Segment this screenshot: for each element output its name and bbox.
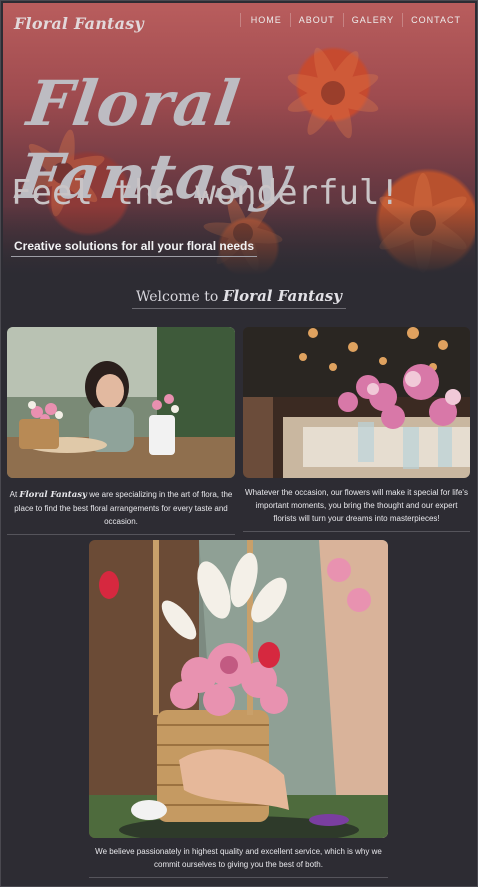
nav-contact[interactable]: CONTACT (402, 13, 469, 27)
card-3-caption: We believe passionately in highest quali… (89, 845, 388, 878)
hero-subtitle: Feel the wonderful! (11, 173, 400, 213)
caption-prefix: At (9, 490, 18, 499)
nav-galery[interactable]: GALERY (342, 13, 402, 27)
florist-woman-image (7, 327, 235, 478)
welcome-prefix: Welcome to (136, 289, 219, 305)
florist-woman-photo (7, 327, 235, 478)
hero-banner: Floral Fantasy HOME ABOUT GALERY CONTACT… (3, 3, 475, 275)
caption-brand: Floral Fantasy (19, 490, 87, 500)
card-1-caption: At Floral Fantasy we are specializing in… (7, 488, 235, 535)
flower-basket-photo (89, 540, 388, 838)
hero-tagline: Creative solutions for all your floral n… (11, 239, 258, 257)
wedding-table-image (243, 327, 470, 478)
header-logo[interactable]: Floral Fantasy (14, 14, 144, 33)
main-nav: HOME ABOUT GALERY CONTACT (239, 13, 469, 27)
flower-basket-image (89, 540, 388, 838)
nav-home[interactable]: HOME (239, 13, 290, 27)
wedding-table-photo (243, 327, 470, 478)
welcome-brand: Floral Fantasy (222, 287, 342, 305)
nav-about[interactable]: ABOUT (289, 13, 343, 27)
card-2-caption: Whatever the occasion, our flowers will … (243, 486, 470, 532)
welcome-heading: Welcome to Floral Fantasy (0, 287, 478, 309)
